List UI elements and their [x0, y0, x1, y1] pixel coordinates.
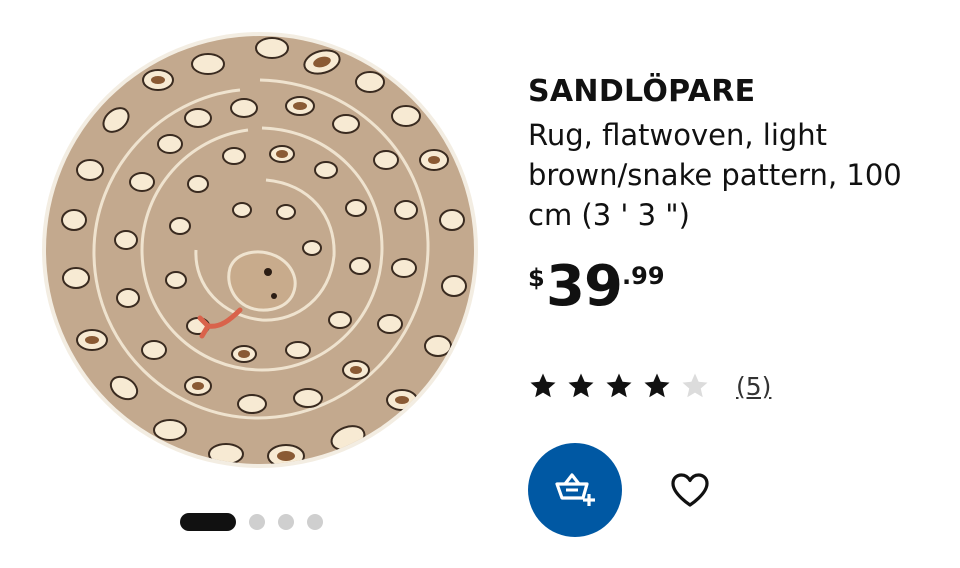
- product-description: Rug, flatwoven, light brown/snake patter…: [528, 118, 902, 232]
- pagination-dot[interactable]: [278, 514, 294, 530]
- star-filled-icon: [644, 373, 670, 398]
- product-image-area[interactable]: [0, 0, 500, 500]
- star-filled-icon: [568, 373, 594, 398]
- pagination-dot[interactable]: [307, 514, 323, 530]
- pagination-dot[interactable]: [249, 514, 265, 530]
- price-integer: 39: [546, 254, 623, 319]
- review-count-link[interactable]: (5): [736, 372, 771, 401]
- heart-icon: [671, 473, 709, 507]
- star-filled-icon: [530, 373, 556, 398]
- product-name[interactable]: SANDLÖPARE: [528, 74, 948, 109]
- add-to-cart-button[interactable]: [528, 443, 622, 537]
- rating[interactable]: (5): [528, 366, 771, 406]
- rug-image[interactable]: [30, 20, 490, 480]
- shopping-bag-plus-icon: [555, 473, 595, 506]
- product-info: SANDLÖPARE Rug, flatwoven, light brown/s…: [528, 74, 948, 235]
- price-decimal: .99: [622, 262, 665, 290]
- price-currency: $: [528, 264, 545, 292]
- pagination-dot-active[interactable]: [180, 513, 236, 531]
- favourite-button[interactable]: [662, 462, 718, 518]
- star-filled-icon: [606, 373, 632, 398]
- product-card: SANDLÖPARE Rug, flatwoven, light brown/s…: [0, 0, 960, 568]
- gallery-pagination: [180, 512, 323, 532]
- star-empty-icon: [682, 373, 708, 398]
